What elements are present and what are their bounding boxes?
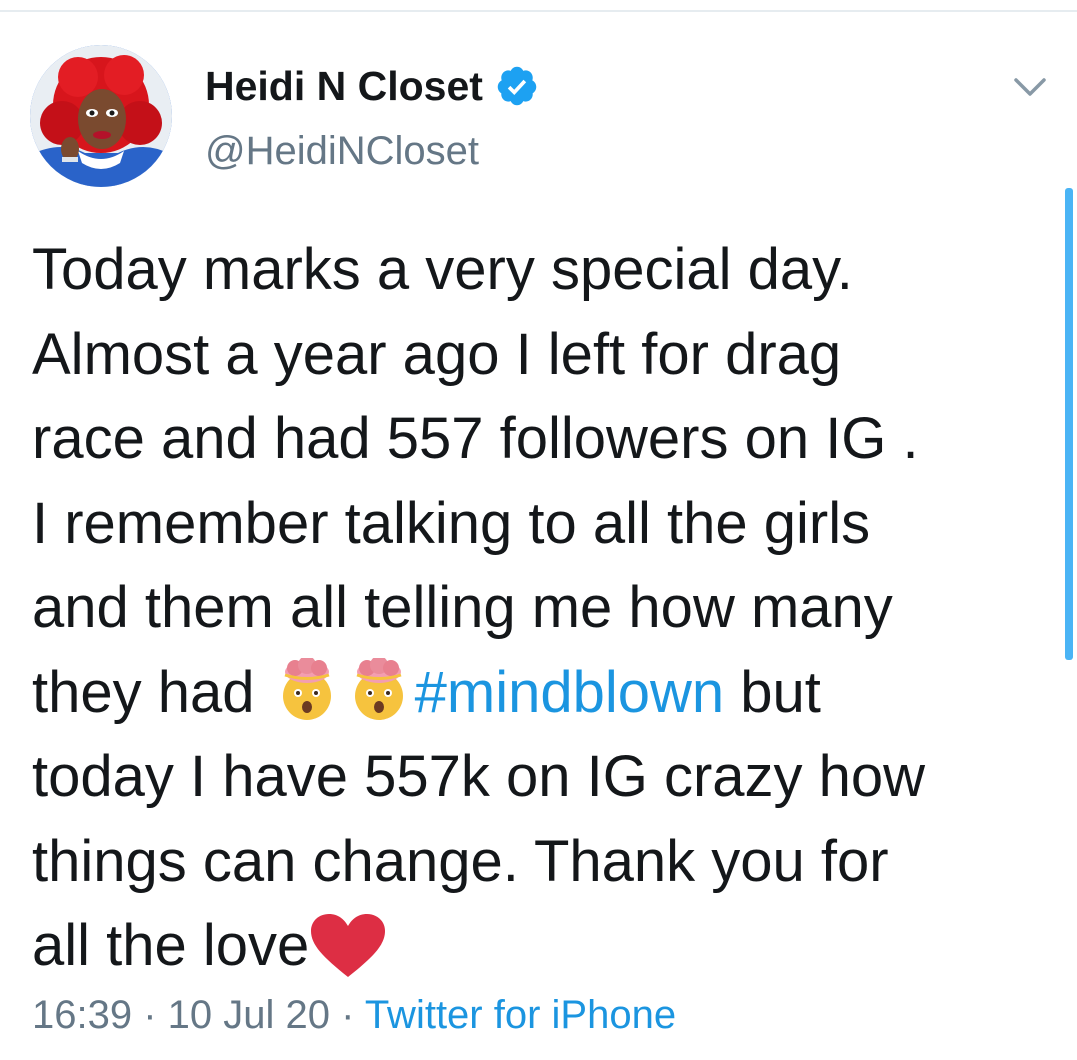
display-name[interactable]: Heidi N Closet — [205, 58, 539, 114]
user-handle[interactable]: @HeidiNCloset — [205, 126, 479, 176]
verified-badge-icon — [495, 64, 539, 108]
tweet-line: today I have 557k on IG crazy how — [32, 744, 926, 809]
tweet-line-hashtag: they had #mindblown but — [32, 651, 1042, 736]
tweet-line: things can change. Thank you for — [32, 828, 889, 894]
tweet-line: and them all telling me how many — [32, 575, 893, 640]
tweet-date[interactable]: 10 Jul 20 — [168, 993, 330, 1037]
scrollbar[interactable] — [1065, 188, 1073, 660]
tweet-text-segment: but — [724, 659, 821, 725]
hashtag-link[interactable]: #mindblown — [415, 660, 725, 725]
tweet-meta: 16:39 · 10 Jul 20 · Twitter for iPhone — [32, 990, 676, 1040]
top-divider — [0, 10, 1077, 12]
meta-separator: · — [132, 993, 168, 1037]
tweet-text-segment: they had — [32, 659, 271, 725]
tweet-line: Today marks a very special day. — [32, 237, 853, 302]
red-heart-emoji — [309, 913, 387, 979]
meta-separator: · — [330, 993, 365, 1037]
chevron-down-icon[interactable] — [1012, 72, 1048, 102]
display-name-text: Heidi N Closet — [205, 63, 483, 109]
tweet-text: Today marks a very special day. Almost a… — [32, 228, 1042, 989]
tweet-text-segment: all the love — [32, 913, 310, 978]
tweet-line: race and had 557 followers on IG . — [32, 406, 919, 471]
exploding-head-emoji — [271, 657, 343, 722]
avatar[interactable] — [30, 45, 172, 187]
tweet-source-link[interactable]: Twitter for iPhone — [365, 993, 676, 1037]
exploding-head-emoji — [343, 657, 415, 722]
avatar-image — [30, 45, 172, 187]
tweet-time[interactable]: 16:39 — [32, 993, 132, 1037]
tweet-line: Almost a year ago I left for drag — [32, 321, 842, 387]
tweet-line: I remember talking to all the girls — [32, 490, 871, 556]
tweet-line-last: all the love — [32, 904, 1042, 989]
